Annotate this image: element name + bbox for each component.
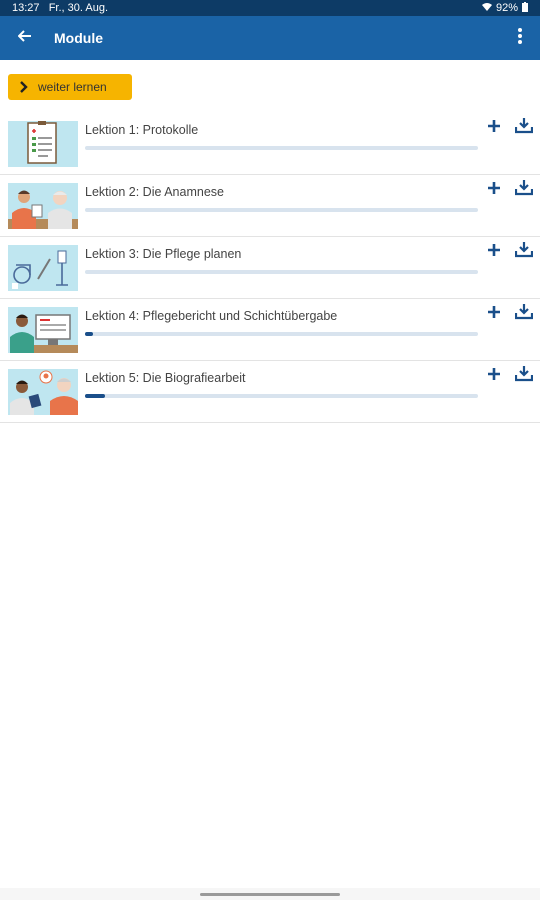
lesson-progress-bar	[85, 146, 478, 150]
lesson-item-3[interactable]: Lektion 3: Die Pflege planen	[0, 237, 540, 299]
download-button[interactable]	[514, 365, 534, 387]
lesson-progress-bar	[85, 394, 478, 398]
more-vert-icon	[518, 27, 522, 49]
lesson-thumbnail-protocol	[8, 121, 78, 167]
plus-icon	[488, 367, 500, 385]
add-button[interactable]	[485, 181, 503, 199]
lesson-progress-bar	[85, 208, 478, 212]
download-icon	[514, 303, 534, 325]
lesson-title: Lektion 5: Die Biografiearbeit	[85, 371, 246, 385]
plus-icon	[488, 181, 500, 199]
continue-learning-label: weiter lernen	[38, 80, 107, 94]
lesson-progress-bar	[85, 332, 478, 336]
lesson-item-1[interactable]: Lektion 1: Protokolle	[0, 113, 540, 175]
battery-level: 92%	[495, 2, 518, 14]
wifi-icon	[481, 2, 492, 14]
lesson-item-2[interactable]: Lektion 2: Die Anamnese	[0, 175, 540, 237]
add-button[interactable]	[485, 305, 503, 323]
download-icon	[514, 117, 534, 139]
status-right: 92%	[481, 1, 528, 15]
plus-icon	[488, 119, 500, 137]
arrow-left-icon	[17, 29, 32, 47]
overflow-menu-button[interactable]	[500, 16, 540, 60]
continue-learning-button[interactable]: weiter lernen	[8, 74, 132, 100]
lesson-title: Lektion 4: Pflegebericht und Schichtüber…	[85, 309, 338, 323]
lesson-item-4[interactable]: Lektion 4: Pflegebericht und Schichtüber…	[0, 299, 540, 361]
status-bar: 13:27 Fr., 30. Aug. 92%	[0, 0, 540, 16]
lesson-progress-fill	[85, 394, 105, 398]
lesson-progress-fill	[85, 332, 93, 336]
lesson-title: Lektion 3: Die Pflege planen	[85, 247, 242, 261]
lesson-list: Lektion 1: Protokolle Lektion 2: Die Ana…	[0, 113, 540, 423]
download-button[interactable]	[514, 241, 534, 263]
lesson-title: Lektion 1: Protokolle	[85, 123, 199, 137]
lesson-thumbnail-care-report	[8, 307, 78, 353]
download-button[interactable]	[514, 117, 534, 139]
home-gesture-handle[interactable]	[200, 893, 340, 896]
lesson-thumbnail-care-planning	[8, 245, 78, 291]
download-icon	[514, 365, 534, 387]
plus-icon	[488, 243, 500, 261]
add-button[interactable]	[485, 367, 503, 385]
status-left: 13:27 Fr., 30. Aug.	[12, 2, 108, 14]
system-nav-bar	[0, 888, 540, 900]
add-button[interactable]	[485, 119, 503, 137]
chevron-right-icon	[20, 81, 28, 93]
status-date: Fr., 30. Aug.	[48, 2, 109, 14]
status-time: 13:27	[12, 2, 40, 14]
back-button[interactable]	[0, 16, 50, 60]
lesson-title: Lektion 2: Die Anamnese	[85, 185, 224, 199]
battery-icon	[522, 1, 528, 15]
download-icon	[514, 241, 534, 263]
download-button[interactable]	[514, 179, 534, 201]
add-button[interactable]	[485, 243, 503, 261]
page-title: Module	[54, 30, 103, 46]
lesson-thumbnail-biography	[8, 369, 78, 415]
download-button[interactable]	[514, 303, 534, 325]
lesson-thumbnail-anamnesis	[8, 183, 78, 229]
download-icon	[514, 179, 534, 201]
lesson-item-5[interactable]: Lektion 5: Die Biografiearbeit	[0, 361, 540, 423]
plus-icon	[488, 305, 500, 323]
lesson-progress-bar	[85, 270, 478, 274]
app-bar: Module	[0, 16, 540, 60]
